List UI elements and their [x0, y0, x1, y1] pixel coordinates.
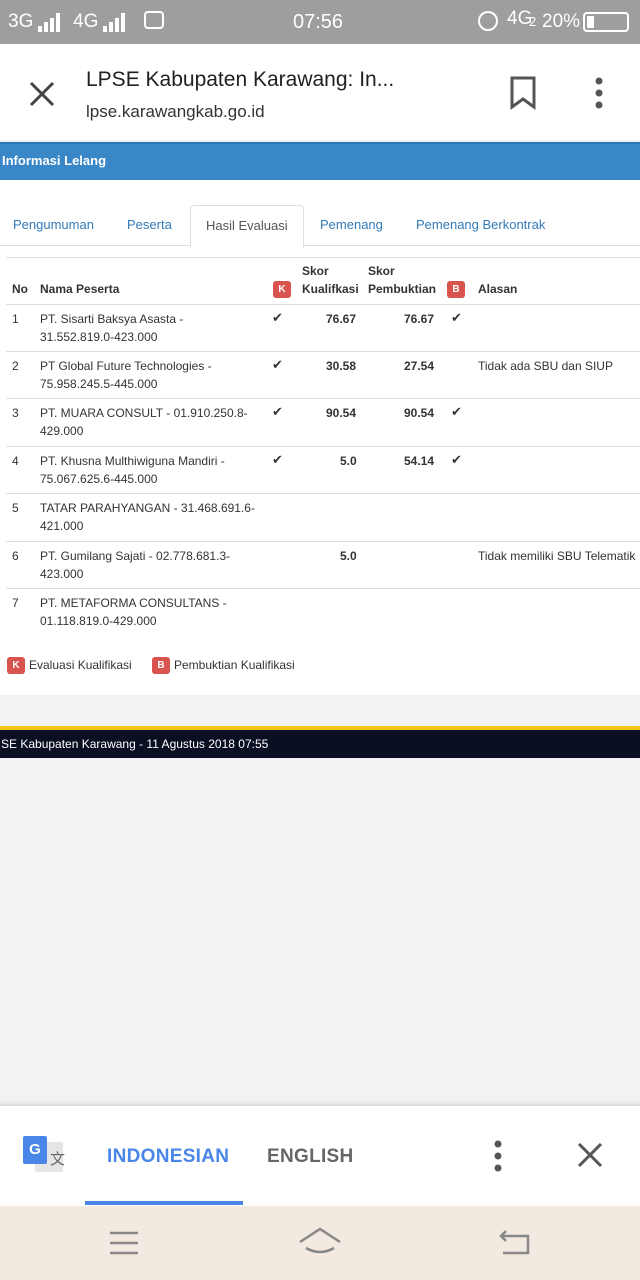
- tab-pengumuman[interactable]: Pengumuman: [13, 205, 94, 247]
- table-top-border: [6, 257, 640, 258]
- network-type-1: 3G: [8, 11, 34, 32]
- row-2-skor-pembuktian: 27.54: [404, 359, 435, 373]
- row-2-name-line2: 75.958.245.5-445.000: [40, 377, 158, 391]
- row-1-b-check-icon: ✔: [451, 310, 462, 325]
- row-2-name-line1: PT Global Future Technologies -: [40, 359, 212, 373]
- row-3-skor-kualifikasi: 90.54: [326, 406, 357, 420]
- tab-hasil-evaluasi[interactable]: Hasil Evaluasi: [190, 205, 304, 248]
- translate-close-icon[interactable]: [577, 1142, 603, 1168]
- row-4-name-line2: 75.067.625.6-445.000: [40, 472, 158, 486]
- close-icon[interactable]: [28, 80, 56, 108]
- row-3-name-line1: PT. MUARA CONSULT - 01.910.250.8-: [40, 406, 248, 420]
- row-6-name-line2: 423.000: [40, 567, 84, 581]
- page-footer: SE Kabupaten Karawang - 11 Agustus 2018 …: [0, 730, 640, 758]
- row-3-k-check-icon: ✔: [272, 404, 283, 419]
- row-6-name-line1: PT. Gumilang Sajati - 02.778.681.3-: [40, 549, 231, 563]
- home-icon[interactable]: [298, 1226, 342, 1258]
- language-english[interactable]: ENGLISH: [267, 1146, 354, 1168]
- page-url: lpse.karawangkab.go.id: [86, 102, 265, 121]
- legend-k-badge: K: [7, 657, 25, 674]
- network-type-2: 4G: [73, 11, 99, 32]
- row-3-no: 3: [12, 406, 19, 420]
- signal-strength-icon: [38, 12, 64, 32]
- row-4-skor-pembuktian: 54.14: [404, 454, 435, 468]
- row-7-name-line1: PT. METAFORMA CONSULTANS -: [40, 596, 227, 610]
- tab-peserta[interactable]: Peserta: [127, 205, 172, 247]
- row-1-name-line2: 31.552.819.0-423.000: [40, 330, 158, 344]
- legend-b-badge: B: [152, 657, 170, 674]
- column-header-nama: Nama Peserta: [40, 282, 120, 296]
- column-header-skor-kual-2: Kualifkasi: [302, 282, 359, 296]
- row-5-name-line2: 421.000: [40, 519, 84, 533]
- translate-more-icon[interactable]: [490, 1140, 506, 1174]
- translate-glyph: 文: [50, 1151, 66, 1168]
- clock: 07:56: [293, 11, 344, 33]
- menu-icon[interactable]: [108, 1230, 140, 1256]
- tab-pemenang[interactable]: Pemenang: [320, 205, 383, 247]
- row-4-name-line1: PT. Khusna Multhiwiguna Mandiri -: [40, 454, 225, 468]
- row-3-name-line2: 429.000: [40, 424, 84, 438]
- browser-toolbar: LPSE Kabupaten Karawang: In... lpse.kara…: [0, 44, 640, 140]
- row-divider: [6, 541, 640, 542]
- row-1-skor-kualifikasi: 76.67: [326, 312, 357, 326]
- section-header: Informasi Lelang: [0, 142, 640, 180]
- row-6-no: 6: [12, 549, 19, 563]
- more-options-icon[interactable]: [591, 76, 607, 112]
- bookmark-icon[interactable]: [509, 76, 537, 110]
- google-translate-icon[interactable]: 文 G: [23, 1136, 66, 1176]
- page-title: LPSE Kabupaten Karawang: In...: [86, 68, 395, 91]
- row-divider: [6, 493, 640, 494]
- battery-percent: 20%: [542, 11, 581, 32]
- tab-pemenang-berkontrak[interactable]: Pemenang Berkontrak: [416, 205, 545, 247]
- translate-g-badge: G: [23, 1136, 47, 1164]
- column-header-skor-pemb-1: Skor: [368, 264, 395, 278]
- language-indonesian[interactable]: INDONESIAN: [107, 1146, 229, 1168]
- row-3-skor-pembuktian: 90.54: [404, 406, 435, 420]
- legend-k-label: Evaluasi Kualifikasi: [29, 658, 132, 672]
- row-5-no: 5: [12, 501, 19, 515]
- row-divider: [6, 398, 640, 399]
- battery-icon: [583, 12, 629, 32]
- row-1-skor-pembuktian: 76.67: [404, 312, 435, 326]
- row-4-no: 4: [12, 454, 19, 468]
- row-4-k-check-icon: ✔: [272, 452, 283, 467]
- row-divider: [6, 588, 640, 589]
- row-7-name-line2: 01.118.819.0-429.000: [40, 614, 157, 628]
- row-6-skor-kualifikasi: 5.0: [340, 549, 357, 563]
- section-title: Informasi Lelang: [2, 153, 107, 168]
- status-bar: 3G 4G 07:56 4G 2 20%: [0, 0, 640, 44]
- row-6-alasan: Tidak memiliki SBU Telematik: [478, 549, 636, 563]
- column-header-k-badge: K: [273, 281, 291, 298]
- translate-bar: 文 G INDONESIAN ENGLISH: [0, 1106, 640, 1206]
- row-2-alasan: Tidak ada SBU dan SIUP: [478, 359, 613, 373]
- row-7-no: 7: [12, 596, 19, 610]
- row-2-no: 2: [12, 359, 19, 373]
- row-4-skor-kualifikasi: 5.0: [340, 454, 357, 468]
- column-header-skor-kual-1: Skor: [302, 264, 329, 278]
- row-2-k-check-icon: ✔: [272, 357, 283, 372]
- active-language-indicator: [85, 1201, 243, 1205]
- row-1-name-line1: PT. Sisarti Baksya Asasta -: [40, 312, 184, 326]
- row-1-k-check-icon: ✔: [272, 310, 283, 325]
- row-5-name-line1: TATAR PARAHYANGAN - 31.468.691.6-: [40, 501, 255, 515]
- alarm-icon: [478, 11, 498, 31]
- row-3-b-check-icon: ✔: [451, 404, 462, 419]
- back-icon[interactable]: [498, 1228, 532, 1256]
- row-divider: [6, 446, 640, 447]
- legend-b-label: Pembuktian Kualifikasi: [174, 658, 295, 672]
- messenger-icon: [144, 11, 164, 29]
- row-divider: [6, 351, 640, 352]
- row-2-skor-kualifikasi: 30.58: [326, 359, 357, 373]
- signal-strength-icon: [103, 12, 129, 32]
- column-header-alasan: Alasan: [478, 282, 518, 296]
- network-type-3-sub: 2: [529, 14, 537, 29]
- column-header-b-badge: B: [447, 281, 465, 298]
- column-header-no: No: [12, 282, 28, 296]
- row-divider: [6, 304, 640, 305]
- column-header-skor-pemb-2: Pembuktian: [368, 282, 437, 296]
- footer-text: SE Kabupaten Karawang - 11 Agustus 2018 …: [1, 737, 269, 751]
- system-nav-bar: [0, 1206, 640, 1280]
- row-1-no: 1: [12, 312, 19, 326]
- row-4-b-check-icon: ✔: [451, 452, 462, 467]
